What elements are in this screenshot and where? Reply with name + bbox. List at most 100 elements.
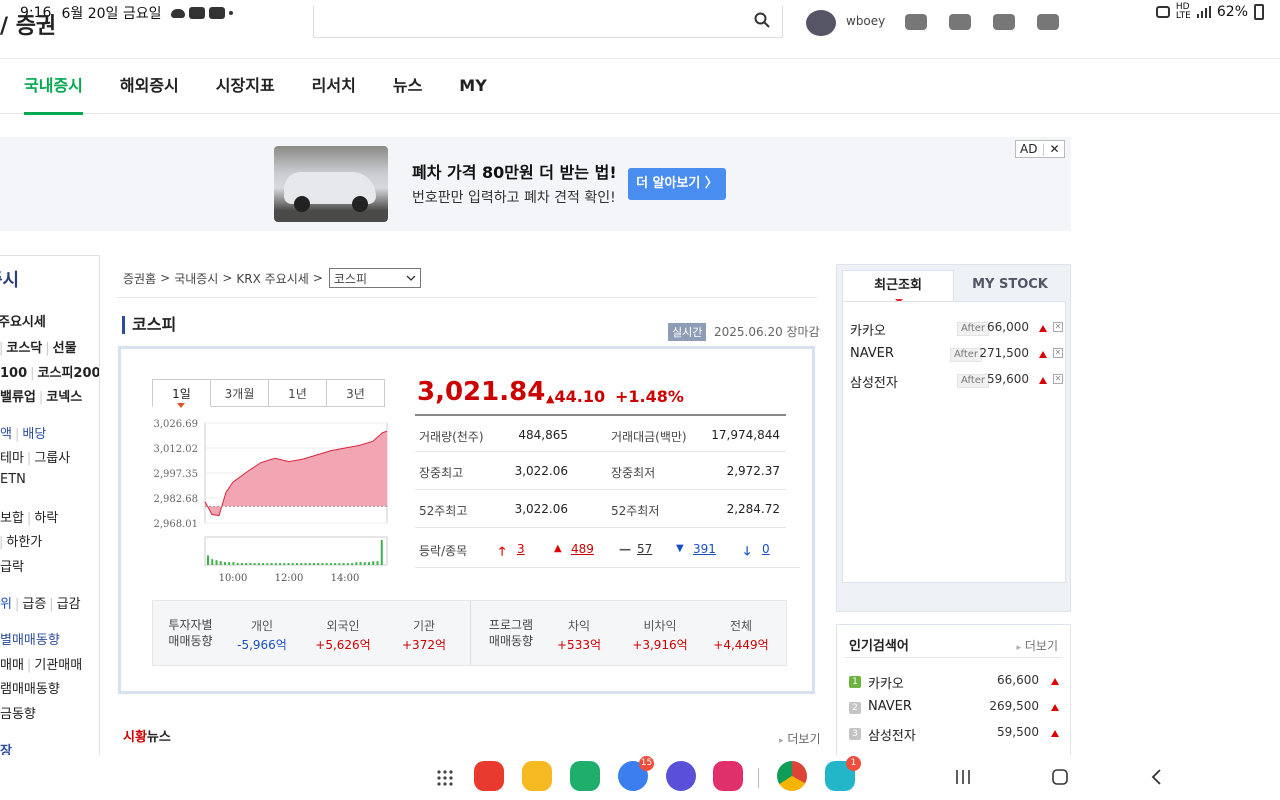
list-item[interactable]: 삼성전자 After 59,600 ✕ <box>843 368 1067 392</box>
flat-count[interactable]: 57 <box>637 542 652 556</box>
tab-domestic[interactable]: 국내증시 <box>24 59 83 115</box>
list-item[interactable]: 카카오 After 66,000 ✕ <box>843 316 1067 340</box>
tab-news[interactable]: 뉴스 <box>393 59 422 115</box>
chart-volume-bar <box>338 563 341 565</box>
list-item[interactable]: 2 NAVER 269,500 <box>849 699 1059 721</box>
sidebar-item-etn[interactable]: ETN <box>0 472 26 487</box>
sidebar-item-trading[interactable]: 매매 <box>0 658 24 673</box>
back-icon[interactable] <box>1150 769 1164 785</box>
ad-title[interactable]: 폐차 가격 80만원 더 받는 법! <box>412 159 617 183</box>
mail-icon[interactable] <box>993 14 1015 30</box>
sidebar-item-dividend[interactable]: 배당 <box>22 427 46 442</box>
ad-image[interactable] <box>274 146 388 222</box>
tab-overseas[interactable]: 해외증시 <box>120 59 179 115</box>
remove-icon[interactable]: ✕ <box>1053 348 1063 358</box>
investor-individual: 개인 -5,966억 <box>237 619 287 652</box>
stat-value: 3,022.06 <box>514 502 568 516</box>
phone-app-icon[interactable] <box>570 761 600 791</box>
chat-icon[interactable] <box>905 14 927 30</box>
bell-icon[interactable] <box>949 14 971 30</box>
news-more-link[interactable]: ▸ 더보기 <box>779 730 820 747</box>
sidebar-item-plunge[interactable]: 급락 <box>0 556 24 575</box>
header-icons <box>905 14 1059 30</box>
remove-icon[interactable]: ✕ <box>1053 374 1063 384</box>
sidebar-item-surge[interactable]: 급증 <box>22 597 46 612</box>
search-input[interactable] <box>313 6 783 38</box>
decline-count[interactable]: 391 <box>693 542 716 556</box>
sidebar-item-kosdaq[interactable]: 코스닥 <box>6 341 42 356</box>
chart-volume-bar <box>219 561 222 565</box>
ad-learn-more-button[interactable]: 더 알아보기 〉 <box>628 168 726 200</box>
sidebar-item-kospi200[interactable]: 코스피200 <box>38 366 99 381</box>
list-item[interactable]: 3 삼성전자 59,500 <box>849 725 1059 747</box>
sidebar-item-institution[interactable]: 기관매매 <box>34 658 82 673</box>
messages-app-icon[interactable]: 15 <box>618 756 654 791</box>
advance-count[interactable]: 489 <box>571 542 594 556</box>
tab-3year[interactable]: 3년 <box>326 379 385 407</box>
lock-app-icon[interactable]: 1 <box>825 756 861 791</box>
sidebar-title: 증시 <box>0 270 20 291</box>
breadcrumb-home[interactable]: 증권홈 <box>123 270 156 287</box>
site-logo[interactable]: / 증권 <box>0 8 56 40</box>
upper-limit-count[interactable]: 3 <box>517 542 525 556</box>
sidebar-item-theme[interactable]: 테마 <box>0 451 24 466</box>
sidebar-item-drop[interactable]: 급감 <box>57 597 81 612</box>
chart-x-tick: 12:00 <box>275 573 304 584</box>
ad-banner[interactable]: 폐차 가격 80만원 더 받는 법! 번호판만 입력하고 폐차 견적 확인! 더… <box>0 137 1071 231</box>
breadcrumb-domestic[interactable]: 국내증시 <box>174 270 218 287</box>
list-item[interactable]: NAVER After 271,500 ✕ <box>843 342 1067 366</box>
chrome-app-icon[interactable] <box>777 761 807 791</box>
camera-app-icon[interactable] <box>713 761 743 791</box>
sidebar-item-main-quotes[interactable]: 주요시세 <box>0 311 46 330</box>
sidebar-item-100[interactable]: 100 <box>0 366 27 381</box>
sidebar-item-investor-trends[interactable]: 별매매동향 <box>0 629 60 648</box>
apps-grid-icon[interactable] <box>1037 14 1059 30</box>
sidebar-item-futures[interactable]: 선물 <box>53 341 77 356</box>
tab-3month[interactable]: 3개월 <box>210 379 269 407</box>
tab-indicators[interactable]: 시장지표 <box>216 59 275 115</box>
tab-my-stock[interactable]: MY STOCK <box>954 270 1066 302</box>
notes-app-icon[interactable] <box>474 761 504 791</box>
tab-1year[interactable]: 1년 <box>268 379 327 407</box>
sidebar-item-market[interactable]: 장 <box>0 740 12 755</box>
index-change: ▲44.10 <box>546 387 606 406</box>
app-drawer-icon[interactable] <box>436 769 454 787</box>
remove-icon[interactable]: ✕ <box>1053 322 1063 332</box>
internet-app-icon[interactable] <box>666 761 696 791</box>
files-app-icon[interactable] <box>522 761 552 791</box>
sidebar-item-amount[interactable]: 액 <box>0 427 12 442</box>
active-tab-marker-icon <box>177 403 185 408</box>
sidebar-item-valueup[interactable]: 밸류업 <box>0 390 36 405</box>
chart-volume-bar <box>215 560 218 565</box>
sidebar-item-fall[interactable]: 하락 <box>34 511 58 526</box>
chart-volume-bar <box>240 563 243 565</box>
intraday-chart[interactable]: 3,026.69 3,012.02 2,997.35 2,982.68 2,968.01… <box>149 419 394 589</box>
user-id[interactable]: wboey <box>846 14 885 28</box>
sidebar-item-flat[interactable]: 보합 <box>0 511 24 526</box>
sidebar-item-lower-limit[interactable]: 하한가 <box>6 535 42 550</box>
sidebar-item-program-trends[interactable]: 램매매동향 <box>0 678 60 697</box>
tab-recent[interactable]: 최근조회 <box>842 270 954 303</box>
market-select[interactable]: 코스피 <box>328 268 421 288</box>
home-icon[interactable] <box>1051 769 1069 785</box>
avatar[interactable] <box>806 10 836 36</box>
sidebar-item-fund-trends[interactable]: 금동향 <box>0 703 36 722</box>
ad-close-icon[interactable]: ✕ <box>1050 141 1060 157</box>
ad-mark[interactable]: AD | ✕ <box>1015 140 1065 158</box>
lower-limit-count[interactable]: 0 <box>762 542 770 556</box>
search-icon[interactable] <box>754 12 770 28</box>
list-item[interactable]: 1 카카오 66,600 <box>849 673 1059 695</box>
breadcrumb-krx[interactable]: KRX 주요시세 <box>236 270 308 287</box>
recent-apps-icon[interactable] <box>954 769 972 785</box>
popular-more-link[interactable]: ▸ 더보기 <box>1017 637 1058 654</box>
sidebar-item-konex[interactable]: 코넥스 <box>46 390 82 405</box>
tab-my[interactable]: MY <box>459 59 487 115</box>
chart-y-tick: 3,026.69 <box>153 419 198 430</box>
ad-subtitle[interactable]: 번호판만 입력하고 폐차 견적 확인! <box>412 187 616 207</box>
sidebar-item-group[interactable]: 그룹사 <box>34 451 70 466</box>
tab-research[interactable]: 리서치 <box>312 59 356 115</box>
chart-volume-bar <box>211 559 214 565</box>
sidebar-item-rank[interactable]: 위 <box>0 597 12 612</box>
market-news-title[interactable]: 시황뉴스 <box>123 726 171 745</box>
stat-value: 3,022.06 <box>514 464 568 478</box>
